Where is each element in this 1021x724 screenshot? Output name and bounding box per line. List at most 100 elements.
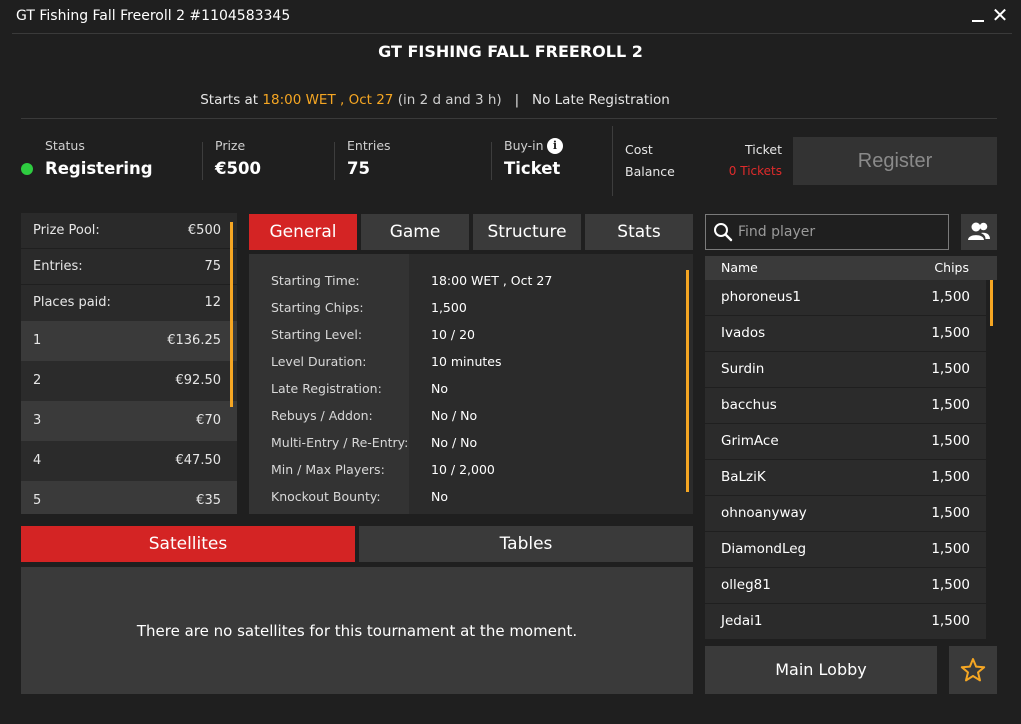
general-value: No: [431, 381, 448, 396]
player-chips: 1,500: [931, 505, 970, 521]
prize-scrollbar[interactable]: [230, 222, 233, 407]
general-label: Starting Chips:: [271, 300, 364, 315]
player-chips: 1,500: [931, 397, 970, 413]
find-player-input[interactable]: [738, 219, 942, 245]
prize-label: Prize: [215, 138, 246, 153]
register-button[interactable]: Register: [793, 137, 997, 185]
player-row[interactable]: Ivados 1,500: [705, 316, 986, 352]
general-label: Starting Level:: [271, 327, 363, 342]
tournament-heading: GT FISHING FALL FREEROLL 2: [378, 42, 643, 61]
buyin-label: Buy-in: [504, 138, 544, 153]
main-lobby-button[interactable]: Main Lobby: [705, 646, 937, 694]
player-row[interactable]: phoroneus1 1,500: [705, 280, 986, 316]
general-value: 18:00 WET , Oct 27: [431, 273, 553, 288]
general-value: No / No: [431, 408, 478, 423]
players-scrollbar[interactable]: [990, 280, 993, 326]
status-value: Registering: [45, 159, 153, 178]
info-separator: [612, 126, 613, 196]
general-value: 10 / 2,000: [431, 462, 495, 477]
player-row[interactable]: olleg81 1,500: [705, 568, 986, 604]
search-icon: [713, 222, 733, 242]
start-time: 18:00 WET , Oct 27: [262, 92, 394, 108]
prize-summary-row: Prize Pool: €500: [21, 213, 237, 249]
minimize-button[interactable]: [970, 6, 986, 26]
close-icon[interactable]: ✕: [990, 5, 1010, 26]
payout-amount: €92.50: [175, 373, 222, 388]
balance-value: 0 Tickets: [728, 164, 782, 178]
player-chips: 1,500: [931, 361, 970, 377]
player-name: Jedai1: [721, 613, 763, 629]
info-separator: [202, 142, 203, 180]
entries-value: 75: [347, 159, 370, 178]
prize-summary-value: 75: [204, 259, 221, 274]
prize-summary-row: Places paid: 12: [21, 285, 237, 321]
payout-row: 3 €70: [21, 401, 237, 441]
buyin-value: Ticket: [504, 159, 561, 178]
player-name: BaLziK: [721, 469, 766, 485]
window-title: GT Fishing Fall Freeroll 2 #1104583345: [16, 8, 291, 24]
info-separator: [334, 142, 335, 180]
player-row[interactable]: ohnoanyway 1,500: [705, 496, 986, 532]
payout-row: 5 €35: [21, 481, 237, 514]
cost-label: Cost: [625, 142, 653, 157]
friends-button[interactable]: [961, 214, 997, 250]
tab-structure[interactable]: Structure: [473, 214, 581, 250]
player-name: olleg81: [721, 577, 771, 593]
payout-row: 1 €136.25: [21, 321, 237, 361]
payout-amount: €47.50: [175, 453, 222, 468]
player-chips: 1,500: [931, 325, 970, 341]
info-top-divider: [21, 118, 997, 119]
entries-label: Entries: [347, 138, 391, 153]
prize-summary-label: Places paid:: [33, 295, 111, 310]
star-icon: [960, 658, 986, 682]
cost-value: Ticket: [745, 142, 782, 157]
info-icon[interactable]: i: [547, 138, 563, 154]
player-name: DiamondLeg: [721, 541, 807, 557]
player-row[interactable]: bacchus 1,500: [705, 388, 986, 424]
chips-column-header[interactable]: Chips: [934, 260, 969, 275]
name-column-header[interactable]: Name: [721, 260, 758, 275]
player-chips: 1,500: [931, 577, 970, 593]
prize-summary-label: Prize Pool:: [33, 223, 100, 238]
player-name: phoroneus1: [721, 289, 801, 305]
tab-stats[interactable]: Stats: [585, 214, 693, 250]
general-value: 10 / 20: [431, 327, 475, 342]
general-label: Multi-Entry / Re-Entry:: [271, 435, 409, 450]
favorite-button[interactable]: [949, 646, 997, 694]
player-name: GrimAce: [721, 433, 779, 449]
empty-satellites-message: There are no satellites for this tournam…: [136, 622, 578, 640]
general-label: Starting Time:: [271, 273, 360, 288]
relative-time: (in 2 d and 3 h): [397, 92, 502, 108]
general-value: No / No: [431, 435, 478, 450]
prize-summary-value: €500: [187, 223, 221, 238]
player-row[interactable]: GrimAce 1,500: [705, 424, 986, 460]
player-row[interactable]: BaLziK 1,500: [705, 460, 986, 496]
player-row[interactable]: Surdin 1,500: [705, 352, 986, 388]
player-row[interactable]: DiamondLeg 1,500: [705, 532, 986, 568]
payout-row: 4 €47.50: [21, 441, 237, 481]
general-scrollbar[interactable]: [686, 270, 689, 492]
payout-amount: €70: [196, 413, 221, 428]
tab-satellites[interactable]: Satellites: [21, 526, 355, 562]
payout-row: 2 €92.50: [21, 361, 237, 401]
tab-game[interactable]: Game: [361, 214, 469, 250]
tab-general[interactable]: General: [249, 214, 357, 250]
prize-summary-row: Entries: 75: [21, 249, 237, 285]
payout-place: 5: [33, 493, 42, 508]
payout-place: 1: [33, 333, 42, 348]
tab-tables[interactable]: Tables: [359, 526, 693, 562]
player-row[interactable]: Jedai1 1,500: [705, 604, 986, 640]
general-value: 1,500: [431, 300, 467, 315]
start-time-line: Starts at 18:00 WET , Oct 27 (in 2 d and…: [0, 92, 870, 108]
general-label: Rebuys / Addon:: [271, 408, 373, 423]
general-label: Knockout Bounty:: [271, 489, 381, 504]
player-chips: 1,500: [931, 613, 970, 629]
player-name: ohnoanyway: [721, 505, 807, 521]
separator: |: [514, 92, 520, 108]
payout-place: 4: [33, 453, 42, 468]
player-chips: 1,500: [931, 469, 970, 485]
player-chips: 1,500: [931, 541, 970, 557]
general-label: Level Duration:: [271, 354, 367, 369]
player-name: bacchus: [721, 397, 777, 413]
general-info-panel: Starting Time: 18:00 WET , Oct 27 Starti…: [249, 254, 693, 514]
